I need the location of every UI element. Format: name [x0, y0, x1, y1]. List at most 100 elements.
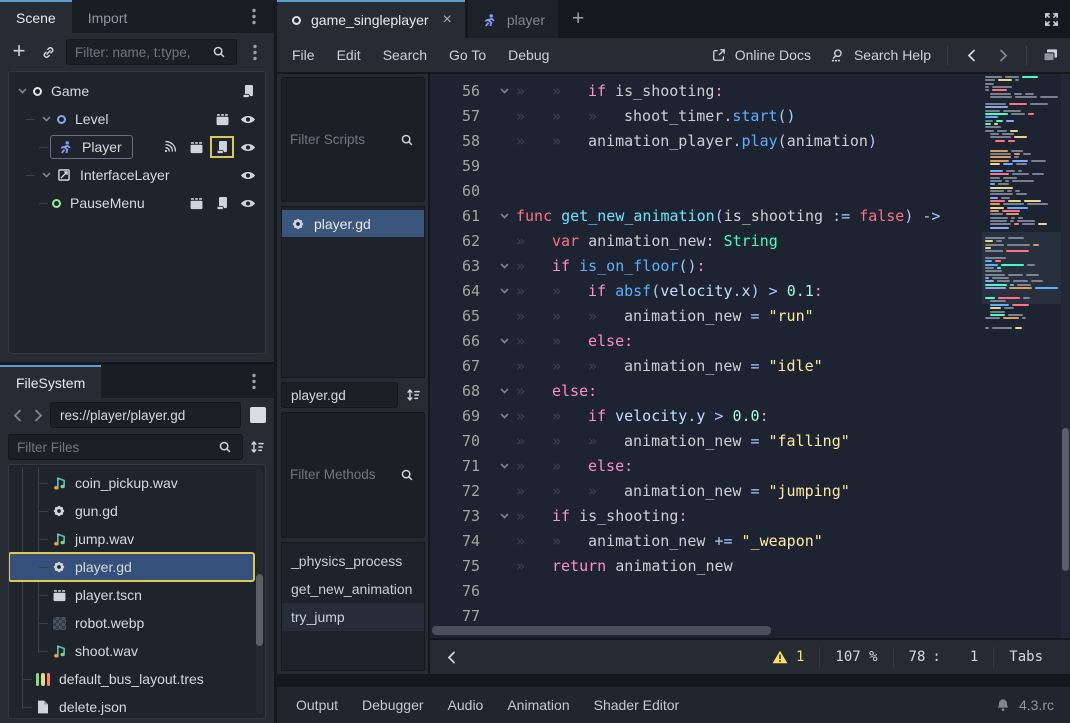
scene-node-InterfaceLayer[interactable]: InterfaceLayer [9, 161, 265, 189]
file-row-player.gd[interactable]: player.gd [9, 553, 254, 581]
script-button[interactable] [239, 83, 257, 99]
code-line-75[interactable]: 75»return animation_new [430, 553, 1070, 578]
new-scene-tab-button[interactable]: + [558, 0, 598, 38]
fold-arrow-icon[interactable] [492, 461, 516, 471]
code-line-60[interactable]: 60 [430, 178, 1070, 203]
eye-button[interactable] [239, 195, 257, 211]
toggle-split-mode-button[interactable] [250, 407, 266, 423]
code-line-63[interactable]: 63»if is_on_floor(): [430, 253, 1070, 278]
code-line-74[interactable]: 74»»animation_new += "_weapon" [430, 528, 1070, 553]
file-row-shoot.wav[interactable]: shoot.wav [9, 637, 254, 665]
bottom-tab-animation[interactable]: Animation [495, 697, 581, 713]
scrollbar-thumb[interactable] [256, 574, 263, 646]
zoom-indicator[interactable]: 107 % [820, 649, 892, 665]
method-item-try_jump[interactable]: try_jump [282, 603, 424, 631]
code-line-70[interactable]: 70»»»animation_new = "falling" [430, 428, 1070, 453]
collapse-arrow-icon[interactable] [37, 114, 55, 124]
scene-tree-menu-button[interactable] [244, 40, 266, 64]
code-line-77[interactable]: 77 [430, 603, 1070, 628]
bottom-tab-shader-editor[interactable]: Shader Editor [582, 697, 692, 713]
menu-go-to[interactable]: Go To [438, 47, 497, 63]
code-minimap[interactable] [984, 76, 1060, 416]
eye-button[interactable] [239, 111, 257, 127]
scripts-filter-input[interactable] [290, 132, 392, 147]
file-tree-scrollbar[interactable] [256, 469, 263, 714]
collapse-arrow-icon[interactable] [37, 170, 55, 180]
script-history-forward-button[interactable] [987, 47, 1019, 63]
eye-button[interactable] [239, 167, 257, 183]
scene-filter-input[interactable] [75, 45, 204, 60]
dock-tab-import[interactable]: Import [72, 0, 144, 33]
filesystem-menu-button[interactable] [234, 365, 274, 398]
collapse-arrow-icon[interactable] [13, 86, 31, 96]
warnings-indicator[interactable]: 1 [756, 649, 819, 665]
code-line-58[interactable]: 58»»animation_player.play(animation) [430, 128, 1070, 153]
sort-methods-icon[interactable] [401, 387, 425, 403]
sort-files-icon[interactable] [248, 439, 266, 455]
bottom-tab-debugger[interactable]: Debugger [350, 697, 436, 713]
current-path-field[interactable]: res://player/player.gd [50, 402, 241, 428]
bottom-tab-output[interactable]: Output [284, 697, 350, 713]
group-button[interactable] [213, 111, 231, 127]
scene-node-Player[interactable]: Player [9, 133, 265, 161]
fold-arrow-icon[interactable] [492, 411, 516, 421]
code-line-62[interactable]: 62»var animation_new: String [430, 228, 1070, 253]
code-horizontal-scrollbar[interactable] [432, 626, 978, 635]
code-line-66[interactable]: 66»»else: [430, 328, 1070, 353]
code-line-71[interactable]: 71»»else: [430, 453, 1070, 478]
scrollbar-thumb[interactable] [1062, 428, 1069, 571]
online-docs-button[interactable]: Online Docs [701, 47, 820, 63]
file-row-default_bus_layout.tres[interactable]: default_bus_layout.tres [9, 665, 254, 693]
indent-type-indicator[interactable]: Tabs [994, 649, 1058, 665]
code-line-73[interactable]: 73»if is_shooting: [430, 503, 1070, 528]
dock-tab-scene[interactable]: Scene [0, 0, 72, 33]
close-icon[interactable]: × [443, 12, 452, 28]
code-line-76[interactable]: 76 [430, 578, 1070, 603]
code-line-64[interactable]: 64»»if absf(velocity.x) > 0.1: [430, 278, 1070, 303]
filesystem-tab[interactable]: FileSystem [0, 365, 101, 398]
file-filter-input[interactable] [17, 440, 210, 455]
eye-button[interactable] [239, 139, 257, 155]
menu-search[interactable]: Search [372, 47, 438, 63]
file-row-gun.gd[interactable]: gun.gd [9, 497, 254, 525]
code-line-72[interactable]: 72»»»animation_new = "jumping" [430, 478, 1070, 503]
scene-node-Game[interactable]: Game [9, 77, 265, 105]
scene-tab-player[interactable]: player [468, 0, 558, 38]
script-item-player.gd[interactable]: player.gd [282, 210, 424, 237]
file-row-coin_pickup.wav[interactable]: coin_pickup.wav [9, 469, 254, 497]
scene-dock-menu-button[interactable] [234, 0, 274, 33]
scrollbar-thumb[interactable] [432, 626, 771, 635]
fold-arrow-icon[interactable] [492, 386, 516, 396]
file-row-jump.wav[interactable]: jump.wav [9, 525, 254, 553]
scene-node-Level[interactable]: Level [9, 105, 265, 133]
notification-bell-icon[interactable] [994, 697, 1012, 713]
code-line-68[interactable]: 68»else: [430, 378, 1070, 403]
method-item-get_new_animation[interactable]: get_new_animation [282, 575, 424, 603]
code-line-61[interactable]: 61func get_new_animation(is_shooting := … [430, 203, 1070, 228]
method-item-_physics_process[interactable]: _physics_process [282, 547, 424, 575]
signal-button[interactable] [161, 139, 179, 155]
history-forward-icon[interactable] [29, 407, 47, 423]
code-line-69[interactable]: 69»»if velocity.y > 0.0: [430, 403, 1070, 428]
methods-filter-input[interactable] [290, 467, 392, 482]
menu-file[interactable]: File [281, 47, 326, 63]
fold-arrow-icon[interactable] [492, 86, 516, 96]
search-help-button[interactable]: Search Help [820, 47, 940, 63]
group-button[interactable] [187, 139, 205, 155]
file-row-robot.webp[interactable]: robot.webp [9, 609, 254, 637]
code-vertical-scrollbar[interactable] [1061, 74, 1070, 638]
fold-arrow-icon[interactable] [492, 511, 516, 521]
code-editor[interactable]: 56»»if is_shooting:57»»»shoot_timer.star… [430, 74, 1070, 638]
fold-arrow-icon[interactable] [492, 286, 516, 296]
code-line-59[interactable]: 59 [430, 153, 1070, 178]
menu-debug[interactable]: Debug [497, 47, 560, 63]
scene-tab-game_singleplayer[interactable]: game_singleplayer× [277, 0, 465, 38]
group-button[interactable] [187, 195, 205, 211]
node-rename-input[interactable]: Player [50, 135, 133, 159]
float-panel-button[interactable] [1034, 47, 1066, 63]
fold-arrow-icon[interactable] [492, 336, 516, 346]
script-button[interactable] [213, 195, 231, 211]
script-button[interactable] [213, 139, 231, 155]
file-row-delete.json[interactable]: delete.json [9, 693, 254, 719]
file-row-player.tscn[interactable]: player.tscn [9, 581, 254, 609]
